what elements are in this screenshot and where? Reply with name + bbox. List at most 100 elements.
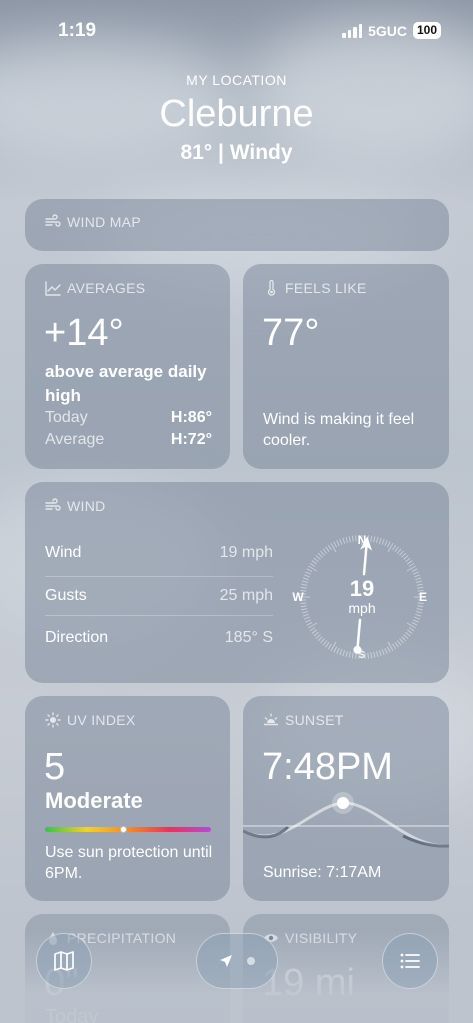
uv-scale-marker (119, 826, 127, 833)
sunset-card[interactable]: SUNSET 7:48PM Sunrise: 7:17AM (243, 696, 449, 901)
averages-header: AVERAGES (45, 280, 145, 296)
city-list-button[interactable] (382, 933, 438, 989)
compass-tick (306, 568, 313, 573)
feels-like-description: Wind is making it feel cooler. (263, 411, 415, 449)
wind-divider (45, 576, 273, 577)
uv-index-level: Moderate (45, 788, 143, 813)
wind-compass: N W E S 19 mph (292, 533, 427, 661)
wind-icon (45, 498, 61, 511)
compass-tick (303, 574, 310, 578)
feels-like-value: 77° (262, 312, 320, 354)
averages-card[interactable]: AVERAGES +14° above average daily high T… (25, 264, 230, 469)
compass-tick (317, 552, 323, 558)
compass-tick (302, 577, 309, 581)
compass-tick (415, 577, 422, 581)
compass-tick (403, 555, 409, 560)
compass-tick (336, 647, 340, 654)
compass-tick (309, 627, 316, 632)
sunset-title: SUNSET (285, 712, 344, 728)
compass-tick (313, 557, 319, 563)
wind-gusts-value: 25 mph (219, 587, 273, 604)
feels-like-title: FEELS LIKE (285, 280, 367, 296)
location-arrow-icon (220, 955, 232, 967)
sunset-icon (264, 713, 278, 726)
compass-tick (301, 580, 309, 583)
feels-like-card[interactable]: FEELS LIKE 77° Wind is making it feel co… (243, 264, 449, 469)
compass-tick (412, 619, 419, 623)
wind-speed-value: 19 mph (219, 544, 273, 561)
compass-tick (333, 541, 338, 548)
compass-tick (305, 619, 312, 623)
uv-index-card[interactable]: UV INDEX 5 Moderate Use sun protection u… (25, 696, 230, 901)
uv-index-header: UV INDEX (45, 712, 136, 728)
compass-tick (399, 638, 404, 644)
averages-today-label: Today (45, 409, 88, 426)
precipitation-sub: Today (45, 1006, 99, 1023)
sunrise-time: Sunrise: 7:17AM (263, 864, 382, 881)
compass-tick (408, 627, 415, 632)
compass-unit: mph (348, 600, 375, 616)
visibility-header: VISIBILITY (263, 930, 357, 946)
compass-tick (401, 552, 407, 558)
location-page-indicator[interactable] (196, 933, 278, 989)
compass-tick (416, 608, 423, 611)
city-name: Cleburne (159, 93, 314, 135)
compass-tick (394, 642, 399, 648)
page-dot[interactable] (247, 957, 255, 965)
compass-tick (301, 611, 309, 614)
compass-tick (381, 538, 385, 545)
wind-card[interactable]: WIND Wind 19 mph Gusts 25 mph Direction … (25, 482, 449, 683)
compass-tick (315, 555, 321, 560)
wind-title: WIND (67, 498, 106, 514)
compass-tick (416, 583, 423, 586)
compass-tick (325, 546, 330, 552)
uv-index-value: 5 (44, 746, 66, 788)
averages-title: AVERAGES (67, 280, 146, 296)
compass-tick (355, 535, 357, 542)
wind-map-card[interactable]: WIND MAP (25, 199, 449, 251)
compass-tick (373, 536, 376, 543)
compass-tick (333, 646, 338, 653)
compass-tick (392, 643, 397, 650)
map-icon (54, 951, 74, 971)
compass-tick (386, 646, 391, 653)
wind-direction-label: Direction (45, 629, 109, 646)
compass-tick (300, 586, 307, 589)
compass-tick (317, 636, 323, 642)
compass-tick (392, 544, 397, 551)
map-button[interactable] (36, 933, 92, 989)
averages-value: +14° (44, 312, 124, 354)
compass-tick (301, 583, 308, 586)
uv-index-description: Use sun protection until 6PM. (45, 844, 213, 882)
compass-tick (370, 535, 373, 542)
sunset-time: 7:48PM (262, 746, 393, 788)
compass-tick (414, 574, 421, 578)
current-summary: 81° | Windy (180, 141, 293, 164)
compass-tick (414, 616, 421, 620)
compass-tick (320, 550, 325, 556)
thermometer-icon (267, 280, 276, 296)
compass-tick (305, 571, 312, 575)
compass-tick (386, 541, 391, 548)
uv-index-title: UV INDEX (67, 712, 136, 728)
compass-tick (348, 536, 351, 543)
compass-tick (339, 649, 343, 656)
wind-header: WIND (45, 498, 106, 514)
compass-tick (309, 562, 316, 567)
compass-tick (339, 538, 343, 545)
compass-tick (355, 652, 357, 659)
compass-tick (370, 652, 373, 659)
averages-average-value: H:72° (170, 431, 212, 448)
battery-indicator: 100 (412, 22, 441, 39)
list-icon (400, 953, 420, 969)
compass-tick (417, 586, 424, 589)
signal-icon (342, 23, 363, 38)
compass-tick (303, 616, 310, 620)
compass-tick (417, 605, 424, 608)
compass-tick (345, 650, 348, 658)
compass-tick (401, 636, 407, 642)
compass-tick (411, 568, 418, 573)
compass-tick (311, 629, 317, 634)
uv-scale-bar (45, 826, 211, 833)
compass-tick (407, 560, 413, 565)
